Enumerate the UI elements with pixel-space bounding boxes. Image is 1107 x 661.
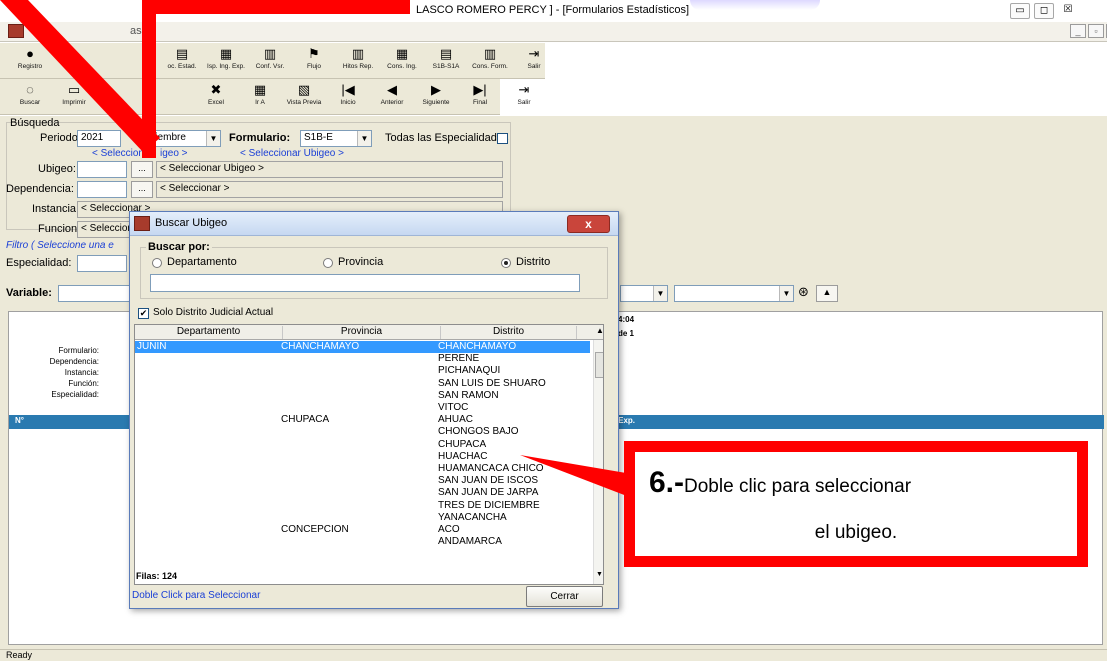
callout-line-1: 6.-Doble clic para seleccionar <box>649 466 911 500</box>
arrow-bar-right <box>396 0 410 14</box>
arrow-line-1 <box>0 0 160 152</box>
arrow-bar-top <box>142 0 410 14</box>
callout-text-2: el ubigeo. <box>814 522 898 543</box>
callout-step: 6.- <box>649 466 685 499</box>
arrow-pointer <box>520 455 632 498</box>
instruction-callout: 6.-Doble clic para seleccionar el ubigeo… <box>624 441 1088 567</box>
arrow-bar-left <box>142 0 156 158</box>
callout-text-1: Doble clic para seleccionar <box>684 476 912 497</box>
